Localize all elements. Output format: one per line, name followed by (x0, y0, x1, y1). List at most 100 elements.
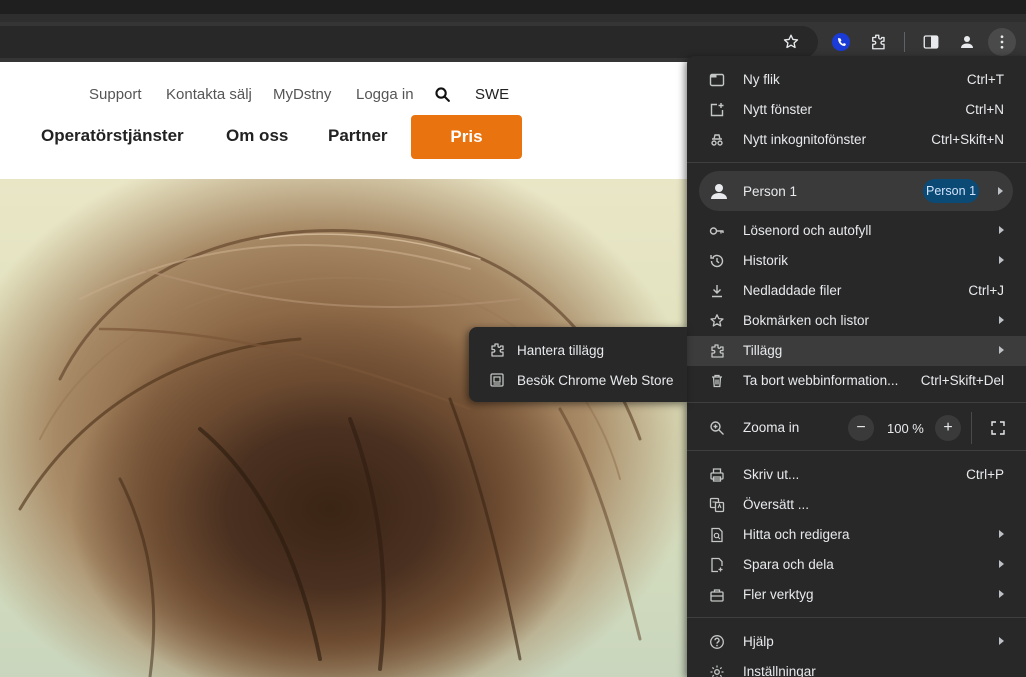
menu-item-print[interactable]: Skriv ut... Ctrl+P (687, 460, 1026, 490)
chevron-right-icon (999, 530, 1004, 538)
submenu-item-manage-extensions[interactable]: Hantera tillägg (469, 335, 687, 365)
new-tab-icon (709, 73, 725, 87)
browser-window: Support Kontakta sälj MyDstny Logga in S… (0, 0, 1026, 677)
nav-operator-services[interactable]: Operatörstjänster (41, 126, 184, 146)
menu-item-settings[interactable]: Inställningar (687, 657, 1026, 677)
menu-label: Inställningar (743, 664, 816, 677)
menu-label: Ta bort webbinformation... (743, 373, 899, 388)
submenu-label: Besök Chrome Web Store (517, 373, 674, 388)
menu-label: Skriv ut... (743, 467, 800, 482)
menu-item-clear-data[interactable]: Ta bort webbinformation... Ctrl+Skift+De… (687, 366, 1026, 396)
menu-shortcut: Ctrl+T (966, 72, 1004, 87)
toolbox-icon (710, 589, 724, 602)
menu-shortcut: Ctrl+P (966, 467, 1004, 482)
zoom-level: 100 % (887, 421, 924, 436)
contact-sales-link[interactable]: Kontakta sälj (166, 86, 252, 103)
zoom-in-button[interactable]: + (935, 415, 961, 441)
chevron-right-icon (999, 226, 1004, 234)
profile-avatar-icon (711, 184, 727, 199)
tab-strip (0, 0, 1026, 22)
hero-image (0, 179, 690, 677)
zoom-icon (710, 421, 724, 435)
profile-chip: Person 1 (923, 179, 979, 203)
menu-item-save-share[interactable]: Spara och dela (687, 550, 1026, 580)
toolbar-separator (904, 32, 905, 52)
bookmark-star-icon (710, 314, 724, 327)
menu-item-passwords[interactable]: Lösenord och autofyll (687, 216, 1026, 246)
profile-name: Person 1 (743, 184, 798, 199)
side-panel-icon[interactable] (917, 28, 945, 56)
menu-shortcut: Ctrl+Skift+N (931, 132, 1004, 147)
nav-partner[interactable]: Partner (328, 126, 388, 146)
menu-label: Nytt inkognitofönster (743, 132, 867, 147)
chevron-right-icon (999, 637, 1004, 645)
menu-label: Tillägg (743, 343, 783, 358)
menu-label: Nedladdade filer (743, 283, 842, 298)
menu-item-find-edit[interactable]: Hitta och redigera (687, 520, 1026, 550)
chevron-right-icon (999, 560, 1004, 568)
zoom-out-button[interactable]: − (848, 415, 874, 441)
more-menu-icon[interactable] (988, 28, 1016, 56)
address-bar[interactable] (0, 26, 818, 58)
menu-separator (687, 617, 1026, 618)
menu-label: Hitta och redigera (743, 527, 850, 542)
nav-about-us[interactable]: Om oss (226, 126, 288, 146)
mydstny-link[interactable]: MyDstny (273, 86, 331, 103)
web-store-icon (490, 373, 504, 387)
menu-shortcut: Ctrl+J (968, 283, 1004, 298)
menu-item-new-tab[interactable]: Ny flik Ctrl+T (687, 65, 1026, 95)
menu-item-incognito[interactable]: Nytt inkognitofönster Ctrl+Skift+N (687, 125, 1026, 155)
extension-blue-icon[interactable] (827, 28, 855, 56)
submenu-item-web-store[interactable]: Besök Chrome Web Store (469, 365, 687, 395)
profile-row[interactable]: Person 1 Person 1 (699, 171, 1013, 211)
menu-shortcut: Ctrl+N (965, 102, 1004, 117)
menu-item-bookmarks[interactable]: Bokmärken och listor (687, 306, 1026, 336)
support-link[interactable]: Support (89, 86, 142, 103)
menu-item-translate[interactable]: Översätt ... (687, 490, 1026, 520)
zoom-separator (971, 412, 972, 444)
print-icon (710, 468, 724, 482)
history-icon (710, 254, 724, 268)
menu-label: Hjälp (743, 634, 774, 649)
menu-label: Fler verktyg (743, 587, 814, 602)
trash-icon (712, 374, 722, 388)
chevron-right-icon (998, 187, 1003, 195)
bookmark-star-icon[interactable] (777, 28, 805, 56)
hair-texture (18, 229, 642, 677)
menu-separator (687, 402, 1026, 403)
price-button[interactable]: Pris (411, 115, 522, 159)
submenu-label: Hantera tillägg (517, 343, 605, 358)
menu-label: Spara och dela (743, 557, 834, 572)
search-icon[interactable] (434, 86, 451, 108)
save-share-icon (711, 557, 723, 573)
menu-item-history[interactable]: Historik (687, 246, 1026, 276)
chevron-right-icon (999, 590, 1004, 598)
chevron-right-icon (999, 256, 1004, 264)
menu-item-downloads[interactable]: Nedladdade filer Ctrl+J (687, 276, 1026, 306)
extensions-puzzle-icon[interactable] (864, 28, 892, 56)
fullscreen-icon[interactable] (985, 415, 1011, 441)
extensions-puzzle-icon (491, 343, 504, 357)
menu-separator (687, 450, 1026, 451)
language-selector[interactable]: SWE (475, 86, 509, 103)
profile-icon[interactable] (953, 28, 981, 56)
menu-item-more-tools[interactable]: Fler verktyg (687, 580, 1026, 610)
menu-label: Lösenord och autofyll (743, 223, 872, 238)
chevron-right-icon (999, 346, 1004, 354)
extensions-submenu: Hantera tillägg Besök Chrome Web Store (469, 327, 687, 402)
menu-separator (687, 162, 1026, 163)
login-link[interactable]: Logga in (356, 86, 414, 103)
menu-item-extensions[interactable]: Tillägg (687, 336, 1026, 366)
menu-shortcut: Ctrl+Skift+Del (920, 373, 1004, 388)
menu-label: Zooma in (743, 420, 800, 435)
menu-label: Ny flik (743, 72, 780, 87)
new-window-icon (710, 103, 724, 117)
menu-item-new-window[interactable]: Nytt fönster Ctrl+N (687, 95, 1026, 125)
menu-item-help[interactable]: Hjälp (687, 627, 1026, 657)
incognito-icon (711, 134, 723, 146)
download-icon (712, 285, 722, 298)
key-icon (709, 227, 724, 235)
chrome-main-menu: Ny flik Ctrl+T Nytt fönster Ctrl+N Nytt … (687, 56, 1026, 677)
help-icon (710, 635, 724, 649)
extensions-puzzle-icon (711, 344, 724, 358)
